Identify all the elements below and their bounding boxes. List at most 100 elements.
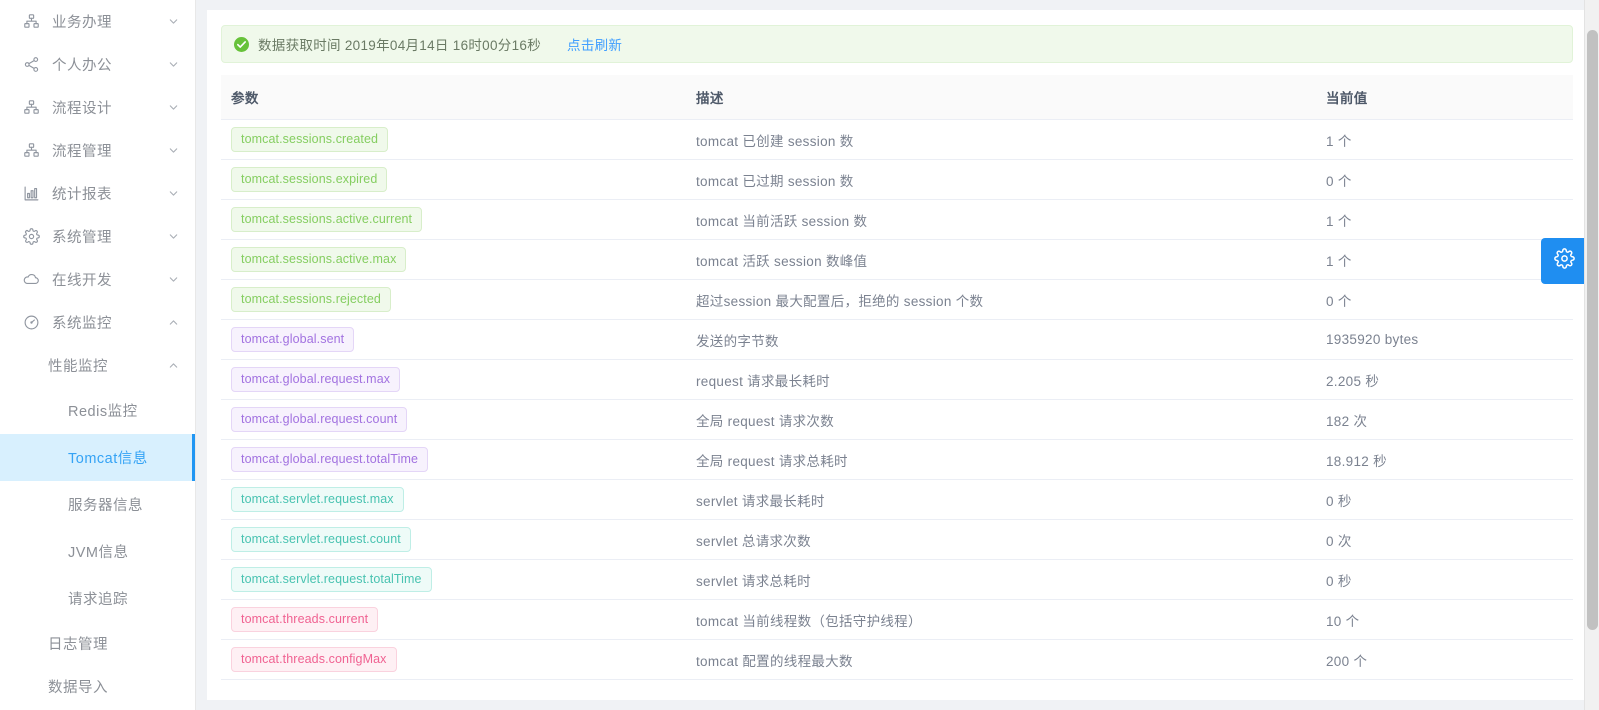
sidebar-item-item[interactable]: 流程设计 — [0, 86, 195, 129]
data-fetch-alert: 数据获取时间 2019年04月14日 16时00分16秒 点击刷新 — [221, 25, 1573, 63]
sidebar-item-item[interactable]: 个人办公 — [0, 43, 195, 86]
param-tag[interactable]: tomcat.servlet.request.totalTime — [231, 567, 432, 592]
chevron-up-icon[interactable] — [167, 317, 179, 329]
chevron-down-icon[interactable] — [167, 188, 179, 200]
sidebar-item-item[interactable]: 在线开发 — [0, 258, 195, 301]
sidebar-item-item[interactable]: 数据导入 — [0, 665, 195, 708]
chevron-up-icon[interactable] — [167, 360, 179, 372]
sidebar-item-label: 服务器信息 — [68, 498, 143, 514]
cell-desc: 全局 request 请求次数 — [686, 399, 1316, 440]
table-row: tomcat.sessions.active.max tomcat 活跃 sess… — [221, 239, 1573, 280]
param-tag[interactable]: tomcat.servlet.request.max — [231, 487, 404, 512]
table-row: tomcat.global.request.count 全局 request 请求… — [221, 399, 1573, 440]
param-tag[interactable]: tomcat.global.request.max — [231, 367, 401, 392]
page-scrollbar[interactable] — [1584, 0, 1599, 710]
chevron-down-icon[interactable] — [167, 59, 179, 71]
cell-value: 182 次 — [1316, 399, 1573, 440]
sidebar-item-item[interactable]: 统计报表 — [0, 172, 195, 215]
main-content: 数据获取时间 2019年04月14日 16时00分16秒 点击刷新 参数 描述 … — [196, 0, 1599, 710]
sidebar-item-label: JVM信息 — [68, 545, 129, 561]
chevron-down-icon[interactable] — [167, 274, 179, 286]
cell-param: tomcat.sessions.created — [221, 119, 686, 160]
refresh-link[interactable]: 点击刷新 — [567, 34, 622, 54]
param-tag[interactable]: tomcat.sessions.expired — [231, 167, 388, 192]
sidebar-item-label: 流程管理 — [52, 144, 112, 160]
gauge-icon — [22, 314, 40, 332]
cell-desc: tomcat 当前线程数（包括守护线程） — [686, 599, 1316, 640]
sidebar-item-item[interactable]: 服务器信息 — [0, 481, 195, 528]
sidebar-item-label: Tomcat信息 — [68, 451, 148, 467]
cell-desc: servlet 总请求次数 — [686, 519, 1316, 560]
sidebar-item-label: 数据导入 — [48, 680, 108, 696]
sidebar-item-item[interactable]: 流程管理 — [0, 129, 195, 172]
sidebar-item-label: Redis监控 — [68, 404, 138, 420]
sidebar-item-jvm[interactable]: JVM信息 — [0, 528, 195, 575]
sidebar-item-item[interactable]: 请求追踪 — [0, 575, 195, 622]
param-tag[interactable]: tomcat.servlet.request.count — [231, 527, 411, 552]
column-header-param: 参数 — [221, 75, 686, 120]
sidebar-item-redis[interactable]: Redis监控 — [0, 387, 195, 434]
sidebar-item-label: 个人办公 — [52, 58, 112, 74]
sidebar-item-item[interactable]: 业务办理 — [0, 0, 195, 43]
cell-param: tomcat.sessions.active.current — [221, 199, 686, 240]
table-row: tomcat.servlet.request.totalTime servlet … — [221, 559, 1573, 600]
sidebar-item-item[interactable]: 系统管理 — [0, 215, 195, 258]
sidebar-group-performance[interactable]: 性能监控 — [0, 344, 195, 387]
cell-desc: servlet 请求最长耗时 — [686, 479, 1316, 520]
table-row: tomcat.threads.configMax tomcat 配置的线程最大数 2… — [221, 639, 1573, 680]
cell-value: 2.205 秒 — [1316, 359, 1573, 400]
gear-icon — [22, 228, 40, 246]
table-row: tomcat.global.request.totalTime 全局 reques… — [221, 439, 1573, 480]
sitemap-icon — [22, 99, 40, 117]
table-row: tomcat.servlet.request.count servlet 总请求次… — [221, 519, 1573, 560]
cell-value: 0 秒 — [1316, 479, 1573, 520]
param-tag[interactable]: tomcat.global.request.totalTime — [231, 447, 429, 472]
cloud-icon — [22, 271, 40, 289]
settings-fab-button[interactable] — [1541, 238, 1587, 284]
param-tag[interactable]: tomcat.sessions.active.max — [231, 247, 407, 272]
cell-value: 200 个 — [1316, 639, 1573, 680]
table-row: tomcat.servlet.request.max servlet 请求最长耗时… — [221, 479, 1573, 520]
cell-desc: 全局 request 请求总耗时 — [686, 439, 1316, 480]
cell-value: 1 个 — [1316, 199, 1573, 240]
sidebar-item-label: 统计报表 — [52, 187, 112, 203]
cell-desc: tomcat 已创建 session 数 — [686, 119, 1316, 160]
sitemap-icon — [22, 142, 40, 160]
cell-param: tomcat.sessions.expired — [221, 159, 686, 200]
page-scrollbar-thumb[interactable] — [1587, 30, 1598, 630]
cell-value: 1935920 bytes — [1316, 319, 1573, 360]
param-tag[interactable]: tomcat.global.sent — [231, 327, 355, 352]
param-tag[interactable]: tomcat.threads.configMax — [231, 647, 397, 672]
chevron-down-icon[interactable] — [167, 102, 179, 114]
sidebar-item-label: 业务办理 — [52, 15, 112, 31]
sidebar-item-item[interactable]: 系统监控 — [0, 301, 195, 344]
cell-desc: 超过session 最大配置后，拒绝的 session 个数 — [686, 279, 1316, 320]
cell-value: 18.912 秒 — [1316, 439, 1573, 480]
chevron-down-icon[interactable] — [167, 145, 179, 157]
cell-desc: servlet 请求总耗时 — [686, 559, 1316, 600]
gear-icon — [1553, 248, 1575, 274]
param-tag[interactable]: tomcat.sessions.created — [231, 127, 389, 152]
sidebar-item-tomcat[interactable]: Tomcat信息 — [0, 434, 195, 481]
table-row: tomcat.global.sent 发送的字节数 1935920 bytes — [221, 319, 1573, 360]
column-header-value: 当前值 — [1316, 75, 1573, 120]
table-row: tomcat.global.request.max request 请求最长耗时 2… — [221, 359, 1573, 400]
param-tag[interactable]: tomcat.global.request.count — [231, 407, 408, 432]
sitemap-icon — [22, 13, 40, 31]
sidebar-item-label: 请求追踪 — [68, 592, 128, 608]
table-header-row: 参数 描述 当前值 — [221, 75, 1573, 120]
param-tag[interactable]: tomcat.sessions.active.current — [231, 207, 423, 232]
chevron-down-icon[interactable] — [167, 231, 179, 243]
sidebar-item-item[interactable]: 日志管理 — [0, 622, 195, 665]
cell-desc: tomcat 当前活跃 session 数 — [686, 199, 1316, 240]
bar-chart-icon — [22, 185, 40, 203]
sidebar-item-label: 日志管理 — [48, 637, 108, 653]
param-tag[interactable]: tomcat.sessions.rejected — [231, 287, 391, 312]
chevron-down-icon[interactable] — [167, 16, 179, 28]
param-tag[interactable]: tomcat.threads.current — [231, 607, 379, 632]
cell-desc: 发送的字节数 — [686, 319, 1316, 360]
table-header: 参数 描述 当前值 — [221, 75, 1573, 120]
cell-param: tomcat.sessions.active.max — [221, 239, 686, 280]
cell-param: tomcat.servlet.request.count — [221, 519, 686, 560]
cell-param: tomcat.global.request.count — [221, 399, 686, 440]
